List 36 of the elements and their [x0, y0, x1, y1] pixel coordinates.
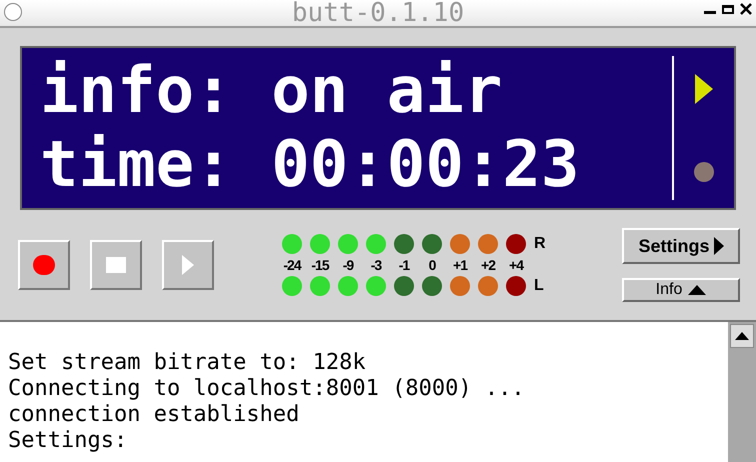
- meter-scale-label: -3: [370, 256, 383, 274]
- window-menu-icon[interactable]: [4, 3, 22, 21]
- meter-scale-label: +4: [508, 256, 524, 274]
- play-icon: [695, 74, 713, 104]
- meter-scale-label: -24: [282, 256, 302, 274]
- scroll-up-button[interactable]: [730, 324, 754, 348]
- play-icon: [182, 255, 194, 275]
- info-button[interactable]: Info: [622, 278, 740, 302]
- meter-scale-label: -9: [342, 256, 355, 274]
- arrow-right-icon: [714, 237, 724, 255]
- log-line: connection established: [8, 402, 300, 428]
- meter-scale-label: 0: [428, 256, 437, 274]
- play-button[interactable]: [162, 240, 214, 290]
- meter-scale-label: +2: [480, 256, 496, 274]
- log-line: Set stream bitrate to: 128k: [8, 350, 367, 376]
- meter-scale-label: +1: [452, 256, 468, 274]
- lcd-text: time: 00:00:23: [40, 128, 580, 202]
- channel-label: R: [534, 236, 546, 252]
- arrow-up-icon: [688, 285, 706, 295]
- stop-icon: [106, 257, 126, 273]
- close-icon[interactable]: [740, 3, 752, 15]
- meter-scale-label: -1: [398, 256, 411, 274]
- channel-label: L: [534, 278, 545, 294]
- maximize-icon[interactable]: [722, 4, 734, 14]
- log-line: Connecting to localhost:8001 (8000) ...: [8, 376, 526, 402]
- lcd-text: info: on air: [40, 54, 504, 128]
- scrollbar[interactable]: [728, 322, 756, 462]
- settings-button[interactable]: Settings: [622, 228, 740, 264]
- record-button[interactable]: [18, 240, 70, 290]
- window-title: butt-0.1.10: [292, 0, 464, 26]
- stop-button[interactable]: [90, 240, 142, 290]
- record-icon: [33, 255, 55, 275]
- minimize-icon[interactable]: [704, 10, 716, 14]
- meter-scale-label: -15: [310, 256, 330, 274]
- log-line: Settings:: [8, 428, 128, 454]
- arrow-up-icon: [735, 332, 749, 340]
